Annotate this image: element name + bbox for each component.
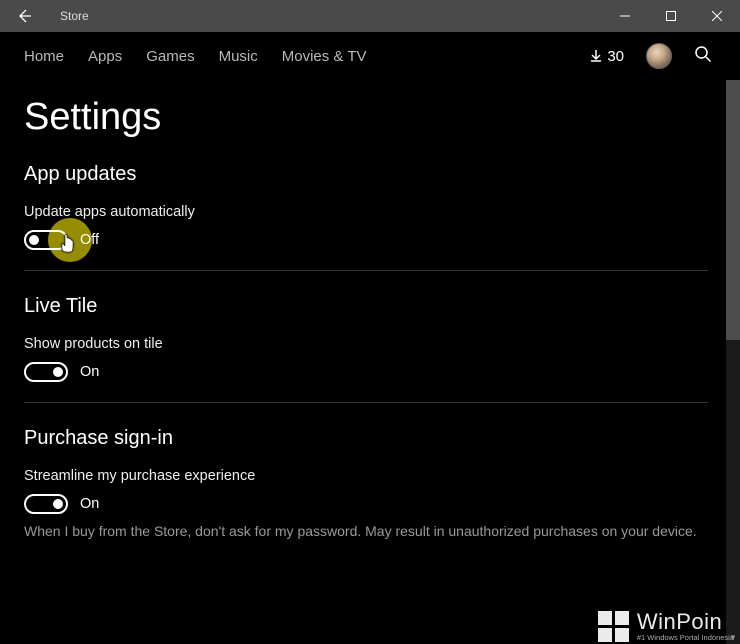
toggle-streamline-purchase[interactable]: [24, 494, 68, 514]
nav-games[interactable]: Games: [146, 48, 194, 65]
close-icon: [712, 11, 722, 21]
divider: [24, 402, 708, 403]
section-title-app-updates: App updates: [24, 163, 708, 186]
section-title-live-tile: Live Tile: [24, 295, 708, 318]
toggle-show-products[interactable]: [24, 362, 68, 382]
section-purchase-signin: Purchase sign-in Streamline my purchase …: [24, 427, 708, 542]
download-icon: [589, 49, 603, 63]
toggle-knob: [53, 367, 63, 377]
nav-apps[interactable]: Apps: [88, 48, 122, 65]
search-button[interactable]: [694, 45, 712, 68]
toggle-state-streamline: On: [80, 496, 99, 512]
navbar: Home Apps Games Music Movies & TV 30: [0, 32, 740, 80]
minimize-icon: [620, 11, 630, 21]
download-count: 30: [607, 48, 624, 65]
watermark-sub: #1 Windows Portal Indonesia: [637, 633, 734, 642]
avatar[interactable]: [646, 43, 672, 69]
close-button[interactable]: [694, 0, 740, 32]
watermark: WinPoin #1 Windows Portal Indonesia: [598, 611, 734, 642]
titlebar: Store: [0, 0, 740, 32]
scroll-thumb[interactable]: [726, 80, 740, 340]
nav-movies-tv[interactable]: Movies & TV: [282, 48, 367, 65]
section-title-purchase: Purchase sign-in: [24, 427, 708, 450]
downloads-indicator[interactable]: 30: [589, 48, 624, 65]
maximize-button[interactable]: [648, 0, 694, 32]
toggle-state-auto-update: Off: [80, 232, 99, 248]
minimize-button[interactable]: [602, 0, 648, 32]
back-button[interactable]: [0, 0, 48, 32]
nav-music[interactable]: Music: [219, 48, 258, 65]
app-title: Store: [48, 9, 89, 23]
watermark-title: WinPoin: [637, 611, 734, 633]
content: Settings App updates Update apps automat…: [0, 80, 740, 542]
setting-label-streamline: Streamline my purchase experience: [24, 468, 708, 484]
winpoin-logo-icon: [598, 611, 629, 642]
page-title: Settings: [24, 96, 708, 139]
section-live-tile: Live Tile Show products on tile On: [24, 295, 708, 382]
nav-home[interactable]: Home: [24, 48, 64, 65]
arrow-left-icon: [16, 8, 32, 24]
maximize-icon: [666, 11, 676, 21]
setting-label-show-products: Show products on tile: [24, 336, 708, 352]
toggle-knob: [53, 499, 63, 509]
toggle-knob: [29, 235, 39, 245]
toggle-state-show-products: On: [80, 364, 99, 380]
scrollbar[interactable]: ▲ ▼: [726, 80, 740, 644]
section-app-updates: App updates Update apps automatically Of…: [24, 163, 708, 250]
search-icon: [694, 45, 712, 63]
setting-label-auto-update: Update apps automatically: [24, 204, 708, 220]
divider: [24, 270, 708, 271]
purchase-help-text: When I buy from the Store, don't ask for…: [24, 522, 708, 542]
cursor-pointer-icon: [60, 234, 76, 259]
